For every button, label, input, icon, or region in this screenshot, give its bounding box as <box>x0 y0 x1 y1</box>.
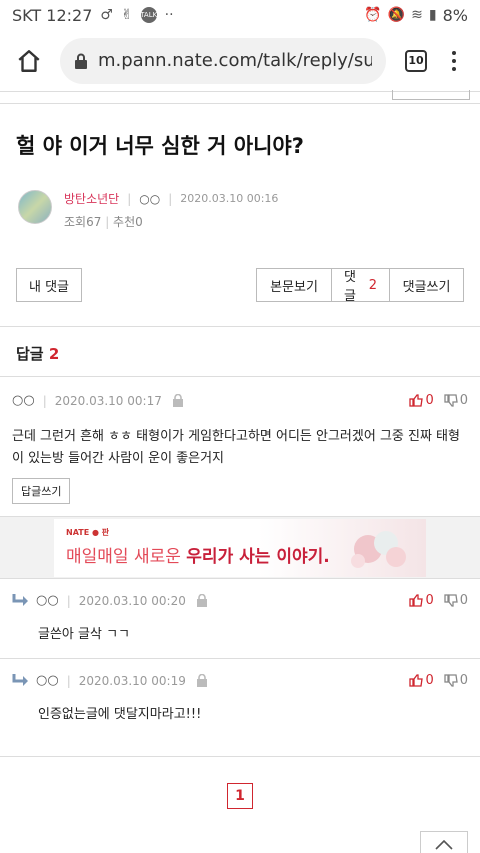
more-dot-icon <box>452 58 456 63</box>
divider: | <box>42 393 47 408</box>
comment-author[interactable]: ○○ <box>12 393 35 408</box>
scroll-top-button[interactable] <box>420 831 468 853</box>
reply-count: 2 <box>48 345 60 363</box>
lock-icon <box>74 53 88 69</box>
divider: | <box>105 215 114 229</box>
downvote-count: 0 <box>459 593 468 608</box>
comment-item: ○○ | 2020.03.10 00:17 0 0 근데 그런거 흔해 ㅎㅎ 태… <box>0 377 480 517</box>
talk-icon: TALK <box>140 7 157 23</box>
avatar[interactable] <box>18 190 52 224</box>
more-dot-icon <box>452 66 456 71</box>
thumbs-up-icon <box>409 594 424 607</box>
reply-label: 답글 <box>16 345 44 363</box>
replies-label: 댓글 <box>344 270 356 304</box>
comment-author[interactable]: ○○ <box>36 593 59 608</box>
thumbs-up-icon <box>409 394 424 407</box>
upvote-count: 0 <box>425 393 434 408</box>
reply-arrow-icon <box>12 674 28 686</box>
downvote-button[interactable]: 0 <box>444 393 468 408</box>
status-bar: SKT 12:27 ♂ ✌ TALK ·· ⏰ 🔕 ≋ ▮ 8% <box>0 0 480 30</box>
carrier-time: SKT 12:27 <box>12 5 93 25</box>
thumbs-down-icon <box>444 394 458 407</box>
tabs-button[interactable]: 10 <box>396 41 436 81</box>
ad-banner[interactable]: NATE ● 판 매일매일 새로운 우리가 사는 이야기. <box>54 518 426 577</box>
upvote-button[interactable]: 0 <box>409 393 434 408</box>
alarm-icon: ⏰ <box>364 7 382 23</box>
upvote-button[interactable]: 0 <box>409 593 434 608</box>
downvote-button[interactable]: 0 <box>444 593 468 608</box>
subcomment-item: ○○ | 2020.03.10 00:19 0 0 인증없는글에 댓달지마라고!… <box>0 659 480 757</box>
report-icon[interactable] <box>172 394 184 407</box>
upvote-button[interactable]: 0 <box>409 673 434 688</box>
home-icon <box>18 49 40 72</box>
more-menu-button[interactable] <box>436 41 472 81</box>
clipped-button[interactable] <box>392 90 470 100</box>
home-button[interactable] <box>8 40 50 82</box>
comment-body: 인증없는글에 댓달지마라고!!! <box>38 707 202 722</box>
signal-icon: ▮ <box>428 7 437 23</box>
thumbs-down-icon <box>444 674 458 687</box>
write-reply-button[interactable]: 댓글쓰기 <box>390 268 464 302</box>
mute-icon: 🔕 <box>387 7 406 23</box>
top-strip <box>0 90 480 104</box>
action-row: 내 댓글 본문보기 댓글 2 댓글쓰기 <box>0 230 480 304</box>
comment-body: 근데 그런거 흔해 ㅎㅎ 태형이가 게임한다고하면 어디든 안그러겠어 그중 진… <box>12 429 460 466</box>
hand-icon: ✌ <box>120 7 133 23</box>
my-replies-button[interactable]: 내 댓글 <box>16 268 82 302</box>
thumbs-up-icon <box>409 674 424 687</box>
comment-date: 2020.03.10 00:19 <box>78 673 186 688</box>
post-title: 헐 야 이거 너무 심한 거 아니야? <box>16 134 304 158</box>
report-icon[interactable] <box>196 594 208 607</box>
ad-area: NATE ● 판 매일매일 새로운 우리가 사는 이야기. <box>0 517 480 579</box>
browser-toolbar: m.pann.nate.com/talk/reply/su 10 <box>0 30 480 92</box>
downvote-count: 0 <box>459 673 468 688</box>
more-dot-icon <box>452 50 456 55</box>
comment-date: 2020.03.10 00:17 <box>54 393 162 408</box>
downvote-count: 0 <box>459 393 468 408</box>
upvote-count: 0 <box>425 593 434 608</box>
reply-section-header: 답글 2 <box>0 327 480 376</box>
post-date: 2020.03.10 00:16 <box>180 192 279 205</box>
tab-count: 10 <box>405 49 427 72</box>
notification-icon: ♂ <box>100 7 113 23</box>
ad-text-normal: 매일매일 새로운 <box>66 546 187 567</box>
divider: | <box>66 673 71 688</box>
replies-count: 2 <box>368 277 377 293</box>
author-id: ○○ <box>139 191 161 206</box>
downvote-button[interactable]: 0 <box>444 673 468 688</box>
chevron-up-icon <box>435 839 453 850</box>
page-number-current[interactable]: 1 <box>227 783 253 809</box>
replies-button[interactable]: 댓글 2 <box>332 268 390 304</box>
comment-author[interactable]: ○○ <box>36 673 59 688</box>
pagination: 1 <box>0 757 480 809</box>
url-text: m.pann.nate.com/talk/reply/su <box>98 50 372 71</box>
divider: | <box>66 593 71 608</box>
wifi-icon: ≋ <box>411 7 423 23</box>
ad-text-bold: 우리가 사는 이야기. <box>186 546 330 567</box>
reply-arrow-icon <box>12 594 28 606</box>
upvote-count: 0 <box>425 673 434 688</box>
battery-level: 8% <box>442 5 468 25</box>
divider: | <box>168 191 173 206</box>
balloon-icon <box>351 530 406 568</box>
address-bar[interactable]: m.pann.nate.com/talk/reply/su <box>60 37 386 84</box>
author-nickname[interactable]: 방탄소년단 <box>64 190 119 207</box>
subcomment-item: ○○ | 2020.03.10 00:20 0 0 글쓴아 글삭 ㄱㄱ <box>0 579 480 659</box>
view-count: 조회67 <box>64 215 102 229</box>
divider: | <box>127 191 132 206</box>
reply-write-button[interactable]: 답글쓰기 <box>12 478 71 504</box>
view-post-button[interactable]: 본문보기 <box>256 268 332 302</box>
comment-date: 2020.03.10 00:20 <box>78 593 186 608</box>
comment-body: 글쓴아 글삭 ㄱㄱ <box>38 627 130 642</box>
more-notifications: ·· <box>164 7 174 23</box>
author-row: 방탄소년단 | ○○ | 2020.03.10 00:16 조회67 | 추천0 <box>0 160 480 230</box>
recommend-count: 추천0 <box>113 215 143 229</box>
report-icon[interactable] <box>196 674 208 687</box>
thumbs-down-icon <box>444 594 458 607</box>
